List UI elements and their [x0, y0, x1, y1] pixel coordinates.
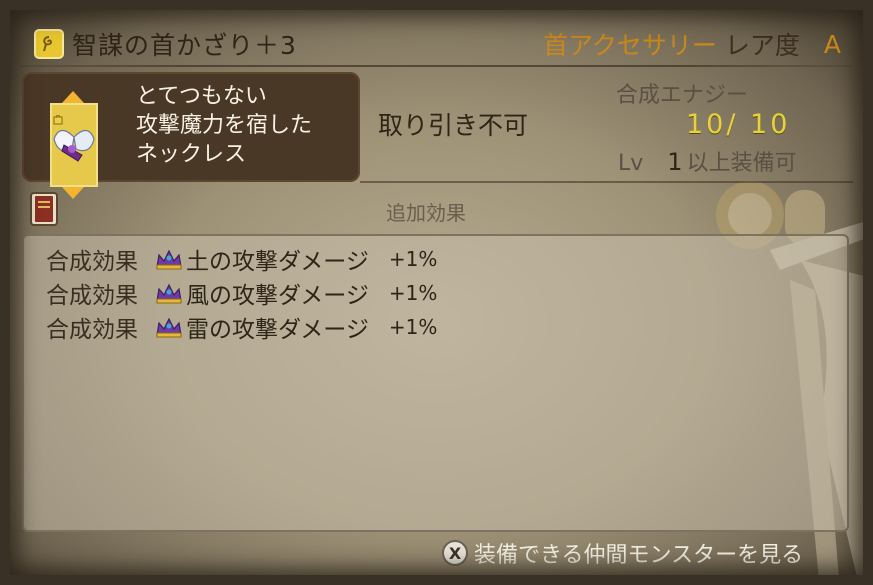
synthesis-energy-label: 合成エナジー [616, 83, 749, 108]
effect-row: 合成効果 雷の攻撃ダメージ +1% [46, 310, 437, 344]
crown-gem-icon [156, 283, 182, 304]
effect-type: 合成効果 [46, 249, 138, 275]
x-button-icon[interactable]: X [442, 540, 468, 566]
level-requirement: Lv 1 以上装備可 [618, 145, 797, 177]
effect-row: 合成効果 風の攻撃ダメージ +1% [46, 276, 437, 310]
winged-necklace-icon [50, 103, 98, 187]
crown-gem-icon [156, 317, 182, 338]
header-divider [20, 65, 853, 67]
rarity-grade: A [823, 29, 841, 59]
effect-value: +1% [388, 247, 438, 271]
description-line: 攻撃魔力を宿した [136, 113, 313, 138]
trade-status: 取り引き不可 [378, 111, 529, 140]
effect-value: +1% [388, 281, 438, 305]
item-slot[interactable] [36, 91, 98, 199]
effect-type: 合成効果 [46, 317, 138, 343]
next-item-arrow-icon[interactable] [62, 187, 84, 199]
item-detail-window: 智謀の首かざり＋3 首アクセサリー レア度 A とてつもない 攻撃魔力を宿した … [0, 0, 873, 585]
effect-name: 雷の攻撃ダメージ [186, 317, 369, 343]
info-divider [360, 181, 853, 183]
effect-type: 合成効果 [46, 283, 138, 309]
level-number: 1 [667, 148, 683, 176]
item-title: 智謀の首かざり＋3 [34, 26, 297, 62]
description-line: ネックレス [136, 142, 247, 167]
footer-action-label: 装備できる仲間モンスターを見る [474, 543, 804, 568]
item-description-panel: とてつもない 攻撃魔力を宿した ネックレス [22, 72, 360, 199]
description-line: とてつもない [136, 84, 267, 109]
level-suffix: 以上装備可 [686, 151, 797, 176]
item-category: 首アクセサリー [543, 31, 717, 60]
accessory-category-icon [34, 29, 64, 59]
book-icon[interactable] [30, 192, 58, 226]
effect-name: 土の攻撃ダメージ [186, 249, 369, 275]
item-description: とてつもない 攻撃魔力を宿した ネックレス [136, 82, 356, 169]
item-meta: 首アクセサリー レア度 A [543, 26, 841, 62]
item-name: 智謀の首かざり＋3 [72, 31, 297, 60]
rarity-label: レア度 [724, 31, 800, 60]
level-prefix: Lv [618, 151, 644, 176]
crown-gem-icon [156, 249, 182, 270]
effects-heading: 追加効果 [386, 201, 466, 225]
effect-value: +1% [388, 315, 438, 339]
synthesis-energy-value: 10/ 10 [686, 109, 791, 140]
effect-row: 合成効果 土の攻撃ダメージ +1% [46, 242, 437, 276]
effect-name: 風の攻撃ダメージ [186, 283, 369, 309]
effects-list: 合成効果 土の攻撃ダメージ +1% 合成効果 風の攻撃ダメージ +1% 合成効果 [22, 234, 849, 532]
previous-item-arrow-icon[interactable] [62, 91, 84, 103]
view-equippable-monsters-action[interactable]: X 装備できる仲間モンスターを見る [442, 538, 803, 568]
